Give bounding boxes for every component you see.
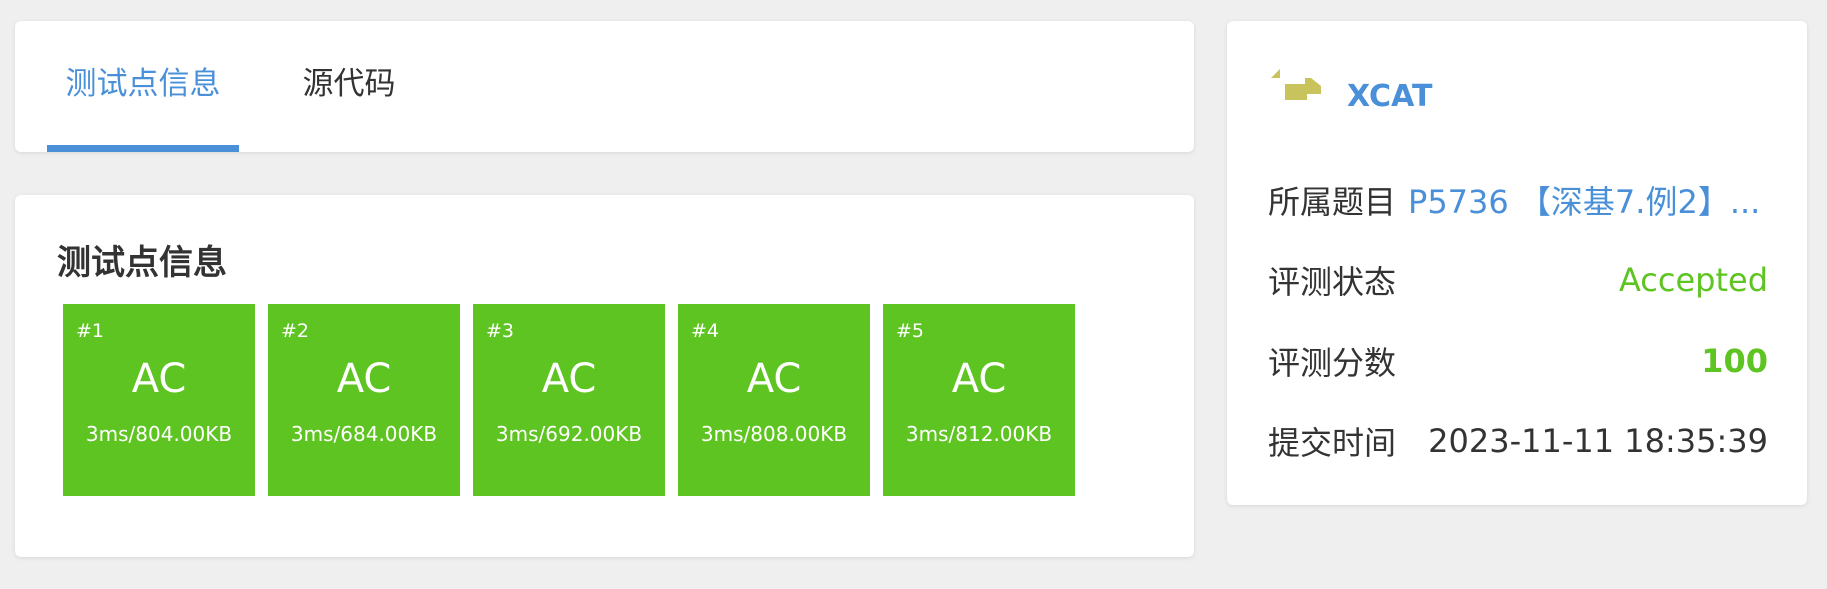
testpoint-status: AC xyxy=(951,356,1007,402)
testpoint-list: #1 AC 3ms/804.00KB #2 AC 3ms/684.00KB #3… xyxy=(63,304,1075,496)
testpoint-status: AC xyxy=(336,356,392,402)
user-avatar-icon[interactable] xyxy=(1269,66,1331,111)
active-tab-indicator xyxy=(47,145,239,152)
testpoint-index: #3 xyxy=(486,320,515,342)
tab-bar: 测试点信息 源代码 xyxy=(15,21,1194,152)
status-label: 评测状态 xyxy=(1268,263,1397,301)
problem-row: 所属题目 P5736 【深基7.例2】... xyxy=(1268,178,1768,222)
submit-time-value: 2023-11-11 18:35:39 xyxy=(1428,422,1768,460)
testpoint-index: #1 xyxy=(76,320,105,342)
testpoint-index: #2 xyxy=(281,320,310,342)
tab-testpoint-info[interactable]: 测试点信息 xyxy=(47,21,239,152)
testpoint-status: AC xyxy=(541,356,597,402)
score-value: 100 xyxy=(1701,342,1768,380)
submit-time-label: 提交时间 xyxy=(1268,424,1397,462)
testpoint-usage: 3ms/812.00KB xyxy=(905,422,1053,446)
testpoint-usage: 3ms/692.00KB xyxy=(495,422,643,446)
status-row: 评测状态 Accepted xyxy=(1268,258,1768,302)
problem-link[interactable]: P5736 【深基7.例2】... xyxy=(1408,177,1760,223)
submit-time-row: 提交时间 2023-11-11 18:35:39 xyxy=(1268,419,1768,463)
score-row: 评测分数 100 xyxy=(1268,339,1768,383)
problem-label: 所属题目 xyxy=(1268,183,1397,221)
testpoint-card[interactable]: #5 AC 3ms/812.00KB xyxy=(883,304,1075,496)
testpoint-card[interactable]: #1 AC 3ms/804.00KB xyxy=(63,304,255,496)
score-label: 评测分数 xyxy=(1268,344,1397,382)
testpoint-status: AC xyxy=(131,356,187,402)
submission-info-panel: XCAT 所属题目 P5736 【深基7.例2】... 评测状态 Accepte… xyxy=(1227,21,1807,505)
tab-source-code[interactable]: 源代码 xyxy=(279,21,419,152)
testpoint-card[interactable]: #2 AC 3ms/684.00KB xyxy=(268,304,460,496)
testpoint-usage: 3ms/804.00KB xyxy=(85,422,233,446)
testpoint-index: #4 xyxy=(691,320,720,342)
testpoint-usage: 3ms/684.00KB xyxy=(290,422,438,446)
user-name-link[interactable]: XCAT xyxy=(1347,79,1432,114)
status-value: Accepted xyxy=(1618,261,1768,299)
tab-testpoint-info-label: 测试点信息 xyxy=(65,66,221,102)
tab-source-code-label: 源代码 xyxy=(302,66,396,102)
testpoint-card[interactable]: #4 AC 3ms/808.00KB xyxy=(678,304,870,496)
testpoints-panel: 测试点信息 #1 AC 3ms/804.00KB #2 AC 3ms/684.0… xyxy=(15,195,1194,557)
testpoint-index: #5 xyxy=(896,320,925,342)
testpoint-status: AC xyxy=(746,356,802,402)
testpoint-usage: 3ms/808.00KB xyxy=(700,422,848,446)
testpoints-heading: 测试点信息 xyxy=(57,243,227,283)
testpoint-card[interactable]: #3 AC 3ms/692.00KB xyxy=(473,304,665,496)
